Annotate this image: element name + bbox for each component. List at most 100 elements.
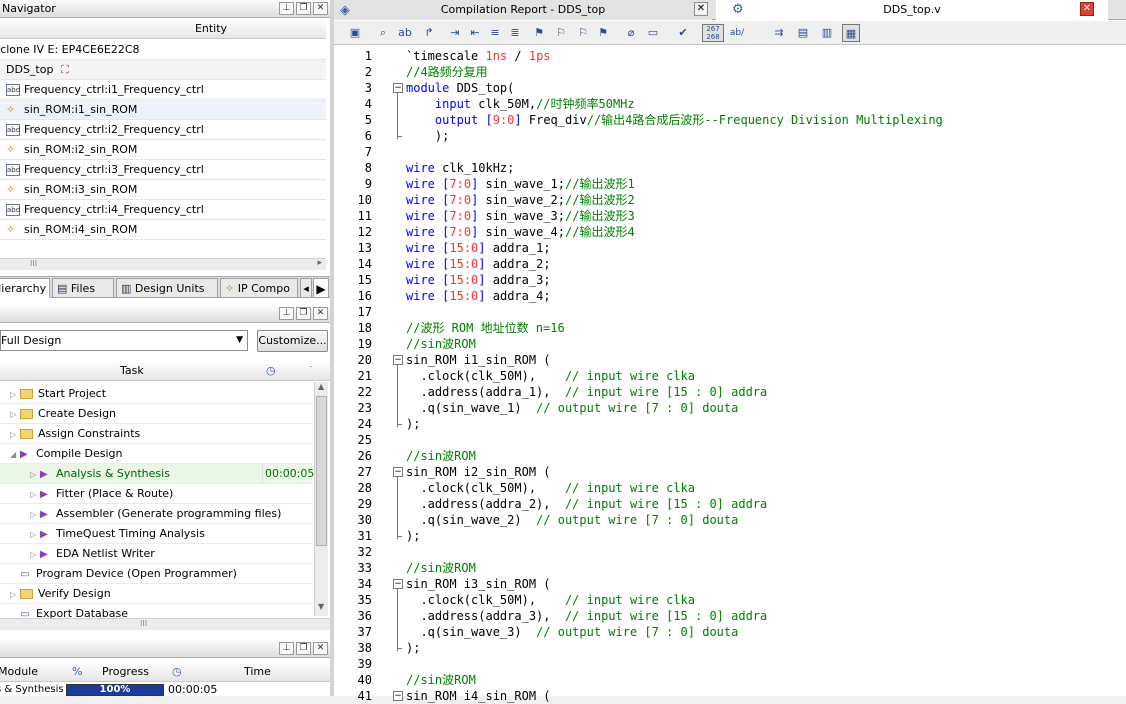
task-row[interactable]: ▷ ▶ EDA Netlist Writer	[0, 544, 312, 564]
close-icon[interactable]: ✕	[313, 642, 328, 655]
entity-row[interactable]: abd Frequency_ctrl:i1_Frequency_ctrl	[0, 80, 326, 100]
abd-icon: abd	[6, 164, 21, 176]
play-icon: ▶	[40, 529, 48, 540]
task-row[interactable]: ▷ Start Project	[0, 384, 312, 404]
block-icon[interactable]: ▤	[794, 24, 812, 42]
window-icon[interactable]: ▣	[346, 24, 364, 42]
line-number: 16	[357, 289, 372, 303]
top-entity-row[interactable]: DDS_top ⛶	[0, 60, 326, 80]
navigator-tabbar: Hierarchy ▤ Files ▥ Design Units ✧ IP Co…	[0, 276, 330, 298]
wand-icon: ✧	[225, 282, 235, 295]
status-row[interactable]: s & Synthesis 100% 00:00:05	[0, 684, 330, 696]
indent-icon[interactable]: ⇥	[446, 24, 464, 42]
customize-button[interactable]: Customize...	[257, 330, 328, 352]
attach-icon[interactable]: ⌀	[622, 24, 640, 42]
task-label: Assembler (Generate programming files)	[56, 507, 282, 520]
flow-select[interactable]: Full Design ▼	[0, 330, 248, 351]
entity-row[interactable]: ✧ sin_ROM:i2_sin_ROM	[0, 140, 326, 160]
task-row[interactable]: ▷ Assign Constraints	[0, 424, 312, 444]
expand-icon[interactable]: ▷	[30, 525, 40, 545]
task-row[interactable]: ▷ Verify Design	[0, 584, 312, 604]
expand-icon[interactable]: ▷	[30, 485, 40, 505]
tasks-vscrollbar[interactable]: ▲ ▼	[314, 382, 328, 616]
word-wrap-icon[interactable]: ab/	[728, 24, 746, 42]
tab-ip-components[interactable]: ✧ IP Compo	[220, 278, 298, 298]
task-row[interactable]: ▷ ▶ Fitter (Place & Route)	[0, 484, 312, 504]
navigator-hscrollbar[interactable]: III ▸	[0, 258, 326, 270]
tab-compilation-report-label: Compilation Report - DDS_top	[440, 3, 606, 16]
task-row[interactable]: ◢ ▶ Compile Design	[0, 444, 312, 464]
clear-bookmarks-icon[interactable]: ⚑	[594, 24, 612, 42]
task-row[interactable]: ▷ ▶ TimeQuest Timing Analysis	[0, 524, 312, 544]
close-icon[interactable]: ✕	[313, 307, 328, 320]
scroll-down-icon[interactable]: ▼	[318, 602, 324, 611]
task-label: TimeQuest Timing Analysis	[56, 527, 205, 540]
tab-design-units[interactable]: ▥ Design Units	[116, 278, 218, 298]
expand-icon[interactable]: ◢	[10, 445, 20, 465]
tab-compilation-report[interactable]: ◈ Compilation Report - DDS_top ✕	[334, 0, 712, 20]
tab-dds-top[interactable]: ⚙ DDS_top.v ✕	[716, 0, 1108, 20]
template-icon[interactable]: ▭	[644, 24, 662, 42]
task-row[interactable]: ▷ Create Design	[0, 404, 312, 424]
entity-row[interactable]: ✧ sin_ROM:i3_sin_ROM	[0, 180, 326, 200]
prev-bookmark-icon[interactable]: ⚐	[574, 24, 592, 42]
entity-row[interactable]: ✧ sin_ROM:i1_sin_ROM	[0, 100, 326, 120]
line-number: 30	[357, 513, 372, 527]
insert-icon[interactable]: ⇉	[770, 24, 788, 42]
entity-row[interactable]: abd Frequency_ctrl:i3_Frequency_ctrl	[0, 160, 326, 180]
tab-files[interactable]: ▤ Files	[52, 278, 114, 298]
toggle-comment-icon[interactable]: ≡	[486, 24, 504, 42]
expand-icon[interactable]: ▷	[10, 425, 20, 445]
restore-icon[interactable]: ❐	[296, 2, 311, 15]
expand-icon[interactable]: ▷	[10, 585, 20, 605]
line-number: 39	[357, 657, 372, 671]
expand-icon[interactable]: ▷	[10, 405, 20, 425]
line-numbers-icon[interactable]: 267 268	[702, 24, 724, 42]
task-row[interactable]: ▷ ▶ Assembler (Generate programming files)	[0, 504, 312, 524]
code-area[interactable]: `timescale 1ns / 1ps //4路频分复用 module DDS_t…	[392, 46, 1126, 703]
scroll-thumb[interactable]	[316, 396, 327, 546]
close-icon[interactable]: ✕	[313, 2, 328, 15]
next-bookmark-icon[interactable]: ⚐	[552, 24, 570, 42]
block-outline-icon[interactable]: ▥	[818, 24, 836, 42]
find-icon[interactable]: ⌕	[374, 24, 392, 42]
uncomment-icon[interactable]: ≣	[506, 24, 524, 42]
line-number: 10	[357, 193, 372, 207]
entity-column-header[interactable]: Entity	[0, 19, 326, 39]
task-row[interactable]: ▷ ▶ Analysis & Synthesis 00:00:05	[0, 464, 314, 485]
tab-scroll-left[interactable]: ◂	[300, 278, 312, 298]
pin-icon[interactable]: ⊥	[279, 642, 294, 655]
outdent-icon[interactable]: ⇤	[466, 24, 484, 42]
wand-icon: ✧	[6, 183, 16, 196]
pin-icon[interactable]: ⊥	[279, 307, 294, 320]
tab-scroll-right[interactable]: ▶	[313, 278, 329, 298]
expand-icon[interactable]: ▷	[30, 465, 40, 485]
restore-icon[interactable]: ❐	[296, 307, 311, 320]
left-pane: Navigator ⊥ ❐ ✕ Entity Cyclone IV E: EP4…	[0, 0, 330, 696]
close-icon[interactable]: ✕	[1080, 2, 1094, 16]
restore-icon[interactable]: ❐	[296, 642, 311, 655]
close-icon[interactable]: ✕	[694, 2, 708, 16]
expand-icon[interactable]: ▷	[30, 505, 40, 525]
task-row[interactable]: ▭ Program Device (Open Programmer)	[0, 564, 312, 584]
check-syntax-icon[interactable]: ✔	[674, 24, 692, 42]
replace-icon[interactable]: ab	[396, 24, 414, 42]
entity-row[interactable]: abd Frequency_ctrl:i4_Frequency_ctrl	[0, 200, 326, 220]
code-line: .clock(clk_50M), // input wire clka	[406, 369, 695, 383]
panel-icon[interactable]: ▦	[842, 24, 860, 42]
sort-icon: ˙	[308, 364, 314, 377]
tab-hierarchy[interactable]: Hierarchy	[0, 278, 50, 298]
pin-icon[interactable]: ⊥	[279, 2, 294, 15]
device-row[interactable]: Cyclone IV E: EP4CE6E22C8	[0, 40, 326, 60]
customize-button-label: Customize...	[258, 334, 327, 347]
scroll-up-icon[interactable]: ▲	[318, 382, 324, 391]
expand-icon[interactable]: ▷	[30, 545, 40, 565]
bookmark-icon[interactable]: ⚑	[530, 24, 548, 42]
expand-icon[interactable]: ▷	[10, 385, 20, 405]
line-number: 23	[357, 401, 372, 415]
tasks-hscrollbar[interactable]: III	[0, 618, 330, 630]
goto-line-icon[interactable]: ↱	[420, 24, 438, 42]
scroll-right-icon[interactable]: ▸	[317, 258, 322, 268]
entity-row[interactable]: abd Frequency_ctrl:i2_Frequency_ctrl	[0, 120, 326, 140]
entity-row[interactable]: ✧ sin_ROM:i4_sin_ROM	[0, 220, 326, 240]
